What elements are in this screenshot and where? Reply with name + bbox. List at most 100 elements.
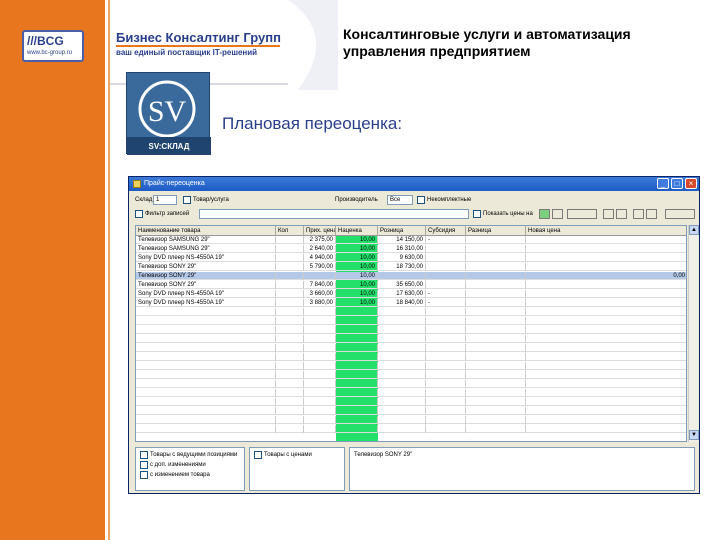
grid-cell-new <box>526 254 686 262</box>
tool-button-1[interactable] <box>539 209 550 219</box>
filter-checkbox[interactable] <box>135 210 143 218</box>
grid-cell-name <box>136 407 276 415</box>
tool-button-4[interactable] <box>603 209 614 219</box>
grid-cell-new <box>526 245 686 253</box>
table-row[interactable] <box>136 371 686 379</box>
grid-cell-retail <box>378 398 426 406</box>
tool-button-6[interactable] <box>633 209 644 219</box>
table-row[interactable] <box>136 407 686 415</box>
app-icon <box>133 180 141 188</box>
tool-button-3[interactable] <box>567 209 597 219</box>
opt4-checkbox[interactable] <box>254 451 262 459</box>
table-row[interactable]: Sony DVD плеер NS-4550A 19" 4 940,00 10,00… <box>136 254 686 262</box>
options-box: Товары с ведущими позициями с доп. измен… <box>135 447 245 491</box>
grid-cell-sub <box>426 398 466 406</box>
col-in-price[interactable]: Прих. цена <box>304 226 336 236</box>
bottom-panel: Товары с ведущими позициями с доп. измен… <box>135 447 697 491</box>
col-retail[interactable]: Розница <box>378 226 426 236</box>
grid-cell-qty <box>276 263 304 271</box>
table-row[interactable]: Телевизор SONY 29" 5 790,00 10,00 18 730,00 <box>136 263 686 271</box>
table-row[interactable] <box>136 380 686 388</box>
grid-cell-name <box>136 425 276 433</box>
opt1-checkbox[interactable] <box>140 451 148 459</box>
sklad-select[interactable]: 1 <box>153 195 177 205</box>
tovar-checkbox[interactable] <box>183 196 191 204</box>
table-row[interactable]: Sony DVD плеер NS-4550A 19" 3 880,00 10,00… <box>136 299 686 307</box>
opt3-checkbox[interactable] <box>140 471 148 479</box>
grid-cell-qty <box>276 362 304 370</box>
grid-cell-retail: 18 730,00 <box>378 263 426 271</box>
grid-cell-diff <box>466 254 526 262</box>
sv-product-logo: SV SV:СКЛАД <box>126 72 211 155</box>
window-titlebar: Прайс-переоценка _ □ × <box>129 177 699 191</box>
table-row[interactable] <box>136 317 686 325</box>
table-row[interactable] <box>136 416 686 424</box>
bcg-logo-url: www.bc-group.ru <box>27 50 73 56</box>
table-row[interactable]: Телевизор SONY 29" 7 840,00 10,00 35 650,00 <box>136 281 686 289</box>
minimize-button[interactable]: _ <box>657 178 669 189</box>
grid-cell-name: Sony DVD плеер NS-4550A 19" <box>136 290 276 298</box>
table-row[interactable]: Sony DVD плеер NS-4550A 19" 3 660,00 10,00… <box>136 290 686 298</box>
grid-cell-in-price <box>304 335 336 343</box>
col-new-price[interactable]: Новая цена <box>526 226 686 236</box>
grid-header: Наименование товара Кол Прих. цена Нацен… <box>136 226 686 236</box>
col-qty[interactable]: Кол <box>276 226 304 236</box>
opt4-label: Товары с ценами <box>264 452 312 458</box>
nekomplekt-checkbox[interactable] <box>417 196 425 204</box>
filter-input[interactable] <box>199 209 469 219</box>
grid-cell-sub <box>426 245 466 253</box>
table-row[interactable] <box>136 389 686 397</box>
tool-button-5[interactable] <box>616 209 627 219</box>
brand-underline <box>116 45 280 47</box>
proizvoditel-select[interactable]: Все <box>387 195 413 205</box>
table-row[interactable] <box>136 335 686 343</box>
grid-cell-name <box>136 326 276 334</box>
grid-scrollbar[interactable]: ▲ ▼ <box>688 225 699 442</box>
maximize-button[interactable]: □ <box>671 178 683 189</box>
table-row[interactable] <box>136 344 686 352</box>
grid-cell-new <box>526 389 686 397</box>
grid-cell-sub: - <box>426 236 466 244</box>
table-row[interactable]: Телевизор SONY 29" 10,00 0,00 <box>136 272 686 280</box>
grid-cell-name <box>136 416 276 424</box>
grid-cell-diff <box>466 362 526 370</box>
grid-cell-name: Телевизор SONY 29" <box>136 281 276 289</box>
grid-cell-retail: 16 310,00 <box>378 245 426 253</box>
col-subsidy[interactable]: Субсидия <box>426 226 466 236</box>
scroll-up-icon[interactable]: ▲ <box>689 225 699 235</box>
table-row[interactable] <box>136 326 686 334</box>
table-row[interactable] <box>136 362 686 370</box>
grid-cell-sub: - <box>426 299 466 307</box>
col-diff[interactable]: Разница <box>466 226 526 236</box>
grid-cell-qty <box>276 281 304 289</box>
grid-cell-name: Телевизор SAMSUNG 29" <box>136 245 276 253</box>
opt2-checkbox[interactable] <box>140 461 148 469</box>
grid-cell-diff <box>466 308 526 316</box>
col-markup[interactable]: Наценка <box>336 226 378 236</box>
grid-cell-in-price <box>304 344 336 352</box>
table-row[interactable]: Телевизор SAMSUNG 29" 2 375,00 10,00 14 150… <box>136 236 686 244</box>
grid-cell-qty <box>276 290 304 298</box>
tool-button-2[interactable] <box>552 209 563 219</box>
grid-cell-sub <box>426 353 466 361</box>
window-title: Прайс-переоценка <box>144 180 205 187</box>
table-row[interactable] <box>136 353 686 361</box>
grid-cell-markup <box>336 353 378 361</box>
tool-button-7[interactable] <box>646 209 657 219</box>
grid-cell-retail <box>378 389 426 397</box>
grid-cell-markup <box>336 380 378 388</box>
grid-cell-sub <box>426 407 466 415</box>
close-button[interactable]: × <box>685 178 697 189</box>
grid-cell-new <box>526 362 686 370</box>
scroll-down-icon[interactable]: ▼ <box>689 430 699 440</box>
table-row[interactable] <box>136 425 686 433</box>
price-checkbox[interactable] <box>473 210 481 218</box>
tool-button-8[interactable] <box>665 209 695 219</box>
col-name[interactable]: Наименование товара <box>136 226 276 236</box>
grid-cell-in-price <box>304 308 336 316</box>
table-row[interactable]: Телевизор SAMSUNG 29" 2 640,00 10,00 16 310… <box>136 245 686 253</box>
grid-cell-diff <box>466 317 526 325</box>
table-row[interactable] <box>136 308 686 316</box>
grid-cell-name <box>136 371 276 379</box>
table-row[interactable] <box>136 398 686 406</box>
